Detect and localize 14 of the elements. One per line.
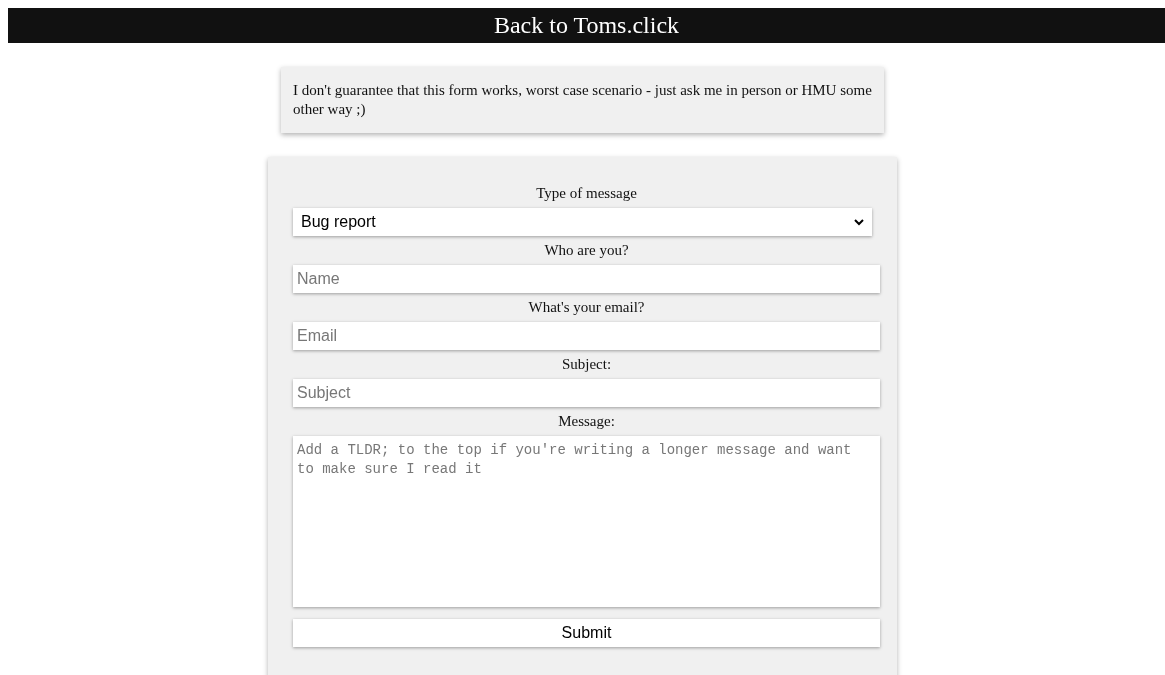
notice-text: I don't guarantee that this form works, worst case scenario - just ask me in person or HMU some other way ;) (281, 67, 884, 133)
input-field[interactable]: Name (293, 265, 880, 293)
chevron-icon (854, 218, 864, 226)
submit-button[interactable]: Submit (293, 619, 880, 647)
message-type-select[interactable]: Bug report (293, 208, 872, 236)
message-field[interactable]: Add a TLDR; to the top if you're writing a longer message and want to make sure I read it (293, 436, 880, 607)
input-field[interactable]: Email (293, 322, 880, 350)
back-link[interactable]: Back to Toms.click (8, 8, 1165, 43)
field-label: Subject: (560, 355, 613, 374)
field-label: Who are you? (543, 241, 630, 260)
field-label: What's your email? (527, 298, 646, 317)
input-field[interactable]: Subject (293, 379, 880, 407)
field-label: Message: (557, 412, 616, 431)
field-label: Type of message (535, 184, 638, 203)
